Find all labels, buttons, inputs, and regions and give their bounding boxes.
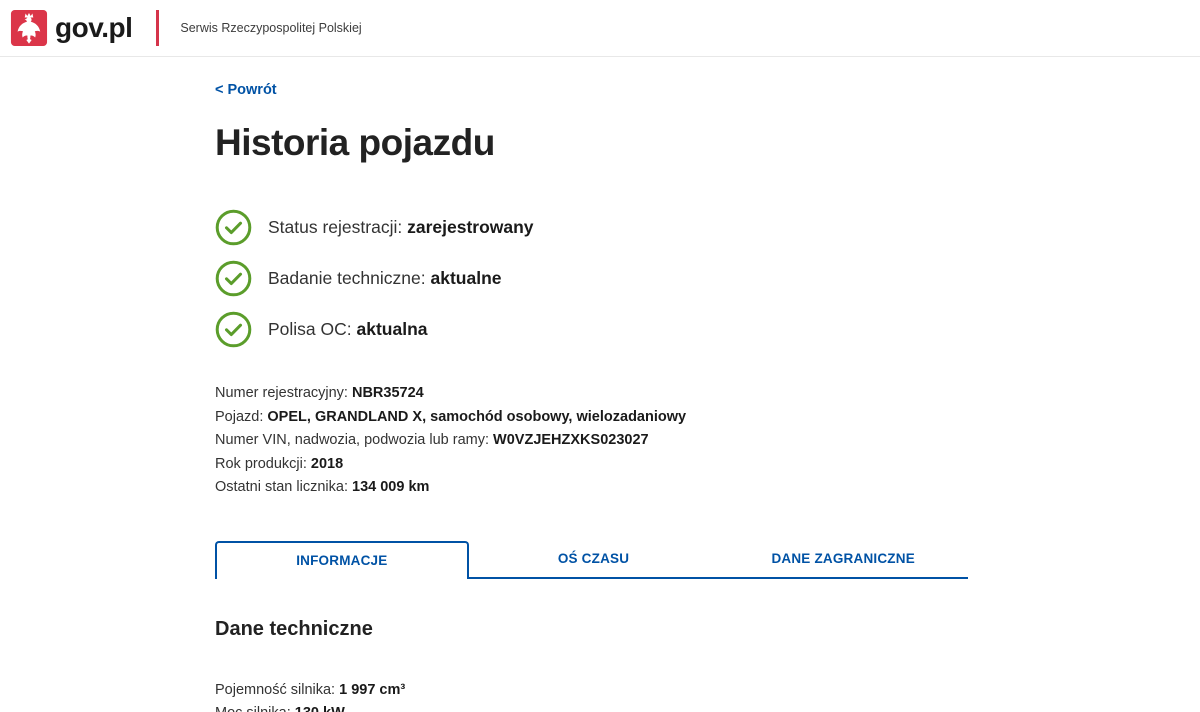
status-value: zarejestrowany: [407, 217, 533, 237]
poland-eagle-emblem-icon: [10, 9, 48, 47]
tech-label: Pojemność silnika:: [215, 682, 335, 698]
status-row-inspection: Badanie techniczne: aktualne: [215, 260, 968, 297]
tech-row-engine-power: Moc silnika: 130 kW: [215, 702, 968, 712]
tech-label: Moc silnika:: [215, 705, 291, 712]
detail-value: NBR35724: [352, 385, 424, 401]
status-label: Status rejestracji:: [268, 217, 402, 237]
check-circle-icon: [215, 260, 252, 297]
brand-logo-text[interactable]: gov.pl: [55, 14, 132, 42]
status-value: aktualne: [431, 268, 502, 288]
tech-row-engine-capacity: Pojemność silnika: 1 997 cm³: [215, 679, 968, 703]
status-row-insurance: Polisa OC: aktualna: [215, 311, 968, 348]
status-list: Status rejestracji: zarejestrowany Badan…: [215, 209, 968, 348]
technical-section-heading: Dane techniczne: [215, 618, 968, 641]
detail-label: Numer VIN, nadwozia, podwozia lub ramy:: [215, 432, 489, 448]
detail-row-odometer: Ostatni stan licznika: 134 009 km: [215, 476, 968, 500]
tech-value: 1 997 cm³: [339, 682, 405, 698]
back-link[interactable]: < Powrót: [215, 82, 277, 98]
main-content: < Powrót Historia pojazdu Status rejestr…: [0, 57, 968, 712]
status-label: Polisa OC:: [268, 319, 352, 339]
detail-row-vehicle: Pojazd: OPEL, GRANDLAND X, samochód osob…: [215, 406, 968, 430]
status-text: Status rejestracji: zarejestrowany: [268, 217, 534, 238]
status-label: Badanie techniczne:: [268, 268, 426, 288]
detail-value: 134 009 km: [352, 479, 429, 495]
status-text: Badanie techniczne: aktualne: [268, 268, 502, 289]
vehicle-details-list: Numer rejestracyjny: NBR35724 Pojazd: OP…: [215, 382, 968, 500]
detail-row-vin: Numer VIN, nadwozia, podwozia lub ramy: …: [215, 429, 968, 453]
check-circle-icon: [215, 209, 252, 246]
detail-label: Numer rejestracyjny:: [215, 385, 348, 401]
status-row-registration: Status rejestracji: zarejestrowany: [215, 209, 968, 246]
tab-os-czasu[interactable]: OŚ CZASU: [469, 541, 719, 579]
header-divider: [156, 10, 159, 46]
detail-label: Rok produkcji:: [215, 456, 307, 472]
detail-label: Pojazd:: [215, 409, 263, 425]
page-title: Historia pojazdu: [215, 122, 968, 164]
detail-row-registration-number: Numer rejestracyjny: NBR35724: [215, 382, 968, 406]
header-tagline: Serwis Rzeczypospolitej Polskiej: [180, 21, 361, 35]
site-header: gov.pl Serwis Rzeczypospolitej Polskiej: [0, 0, 1200, 57]
tech-value: 130 kW: [295, 705, 345, 712]
status-value: aktualna: [357, 319, 428, 339]
detail-value: W0VZJEHZXKS023027: [493, 432, 649, 448]
status-text: Polisa OC: aktualna: [268, 319, 428, 340]
check-circle-icon: [215, 311, 252, 348]
detail-value: OPEL, GRANDLAND X, samochód osobowy, wie…: [267, 409, 686, 425]
detail-label: Ostatni stan licznika:: [215, 479, 348, 495]
detail-value: 2018: [311, 456, 343, 472]
tab-bar: INFORMACJE OŚ CZASU DANE ZAGRANICZNE: [215, 541, 968, 579]
tab-dane-zagraniczne[interactable]: DANE ZAGRANICZNE: [718, 541, 968, 579]
tab-informacje[interactable]: INFORMACJE: [215, 541, 469, 579]
technical-details-list: Pojemność silnika: 1 997 cm³ Moc silnika…: [215, 679, 968, 712]
detail-row-production-year: Rok produkcji: 2018: [215, 453, 968, 477]
